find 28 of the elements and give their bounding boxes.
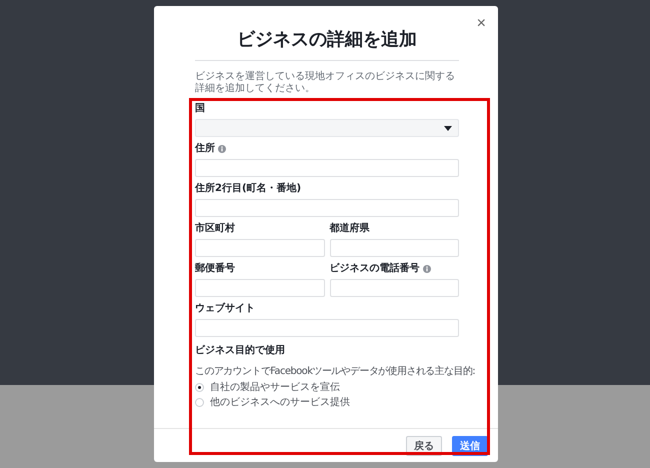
input-field[interactable] — [330, 279, 459, 297]
input-field[interactable] — [195, 159, 459, 177]
caret-icon — [444, 126, 452, 130]
input-field[interactable] — [330, 239, 459, 257]
field-label: ビジネスの電話番号 — [330, 263, 420, 275]
info-icon[interactable] — [422, 265, 430, 273]
field-label: 都道府県 — [330, 223, 370, 235]
country-dropdown[interactable] — [195, 119, 459, 137]
field-label: 住所2行目(町名・番地) — [195, 183, 302, 195]
section-heading: ビジネス目的で使用 — [195, 345, 286, 357]
description-text: ビジネスを運営している現地オフィスのビジネスに関する詳細を追加してください。 — [195, 71, 456, 95]
field-label: 国 — [195, 103, 205, 115]
field-label: 住所 — [195, 143, 215, 155]
close-button[interactable]: × — [476, 16, 486, 32]
dialog-title: ビジネスの詳細を追加 — [236, 28, 418, 52]
input-field[interactable] — [195, 279, 324, 297]
radio-label[interactable]: 自社の製品やサービスを宣伝 — [210, 382, 340, 393]
field-label: 郵便番号 — [195, 263, 235, 275]
radio-button[interactable] — [195, 398, 204, 407]
info-icon[interactable] — [218, 145, 226, 153]
radio-button[interactable] — [195, 383, 204, 392]
radio-label[interactable]: 他のビジネスへのサービス提供 — [210, 397, 350, 408]
input-field[interactable] — [195, 319, 459, 337]
field-label: ウェブサイト — [195, 303, 255, 315]
field-label: 市区町村 — [195, 223, 235, 235]
input-field[interactable] — [195, 199, 459, 217]
input-field[interactable] — [195, 239, 324, 257]
question-text: このアカウントでFacebookツールやデータが使用される主な目的: — [195, 365, 476, 378]
